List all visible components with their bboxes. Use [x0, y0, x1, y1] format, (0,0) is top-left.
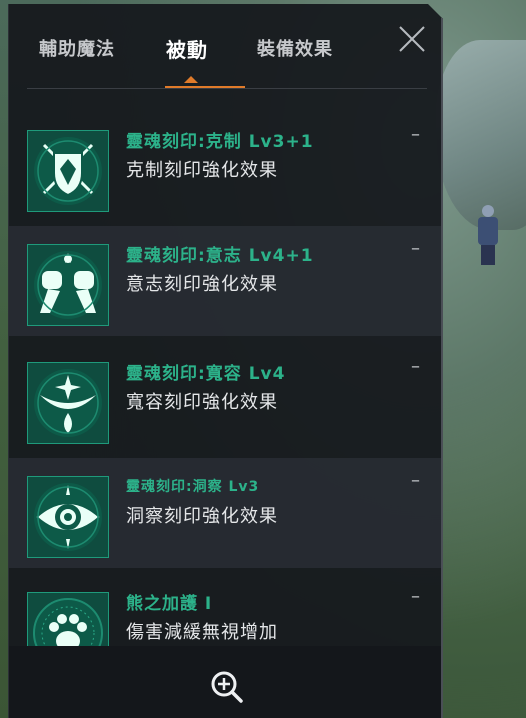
collapse-toggle[interactable]: –	[411, 356, 420, 377]
tab-divider	[27, 88, 427, 89]
effect-description: 寬容刻印強化效果	[126, 392, 278, 413]
list-item[interactable]: 靈魂刻印:意志 Lv4+1 意志刻印強化效果 –	[9, 226, 442, 336]
list-item[interactable]: 靈魂刻印:寬容 Lv4 寬容刻印強化效果 –	[9, 344, 442, 454]
effect-title: 靈魂刻印:意志 Lv4+1	[126, 246, 314, 266]
collapse-toggle[interactable]: –	[411, 124, 420, 145]
collapse-toggle[interactable]: –	[411, 586, 420, 607]
list-item[interactable]: 靈魂刻印:克制 Lv3+1 克制刻印強化效果 –	[9, 112, 442, 222]
effect-title: 靈魂刻印:克制 Lv3+1	[126, 132, 314, 152]
passive-effects-panel: 輔助魔法 被動 裝備效果 靈魂刻印:克制 Lv3+1 克制刻印強化效果 – 靈魂…	[8, 4, 442, 718]
star-drop-icon	[27, 362, 109, 444]
background-rock	[436, 40, 526, 230]
zoom-in-icon[interactable]	[209, 669, 245, 705]
bottom-bar	[9, 646, 442, 718]
tab-equipment-effects[interactable]: 裝備效果	[257, 35, 333, 61]
effect-description: 洞察刻印強化效果	[126, 506, 278, 527]
tab-bar: 輔助魔法 被動 裝備效果	[9, 4, 442, 89]
bear-paw-icon	[27, 592, 109, 646]
effect-description: 意志刻印強化效果	[126, 274, 278, 295]
effect-title: 靈魂刻印:寬容 Lv4	[126, 364, 286, 384]
effect-title: 熊之加護 I	[126, 594, 213, 614]
tab-support-magic[interactable]: 輔助魔法	[39, 35, 115, 61]
list-item[interactable]: 熊之加護 I 傷害減緩無視增加 –	[9, 574, 442, 646]
eye-icon	[27, 476, 109, 558]
effect-title: 靈魂刻印:洞察 Lv3	[126, 479, 260, 495]
tab-passive[interactable]: 被動	[166, 34, 208, 63]
active-tab-caret	[184, 76, 198, 83]
collapse-toggle[interactable]: –	[411, 238, 420, 259]
fists-icon	[27, 244, 109, 326]
effect-list[interactable]: 靈魂刻印:克制 Lv3+1 克制刻印強化效果 – 靈魂刻印:意志 Lv4+1 意	[9, 112, 442, 646]
background-character	[476, 205, 500, 265]
effect-description: 傷害減緩無視增加	[126, 622, 278, 643]
collapse-toggle[interactable]: –	[411, 470, 420, 491]
effect-description: 克制刻印強化效果	[126, 160, 278, 181]
list-item[interactable]: 靈魂刻印:洞察 Lv3 洞察刻印強化效果 –	[9, 458, 442, 568]
panel-edge	[441, 18, 443, 718]
close-icon[interactable]	[397, 24, 427, 54]
shield-swords-icon	[27, 130, 109, 212]
